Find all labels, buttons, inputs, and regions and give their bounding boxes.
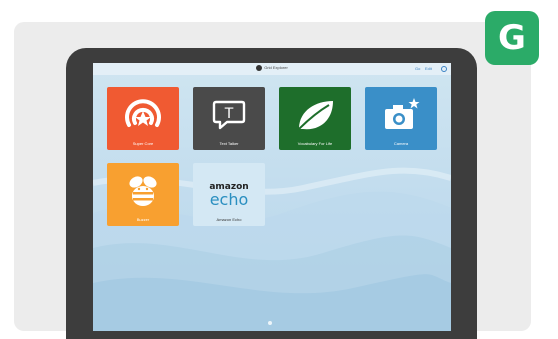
badge-letter: G (498, 18, 526, 58)
camera-star-icon (365, 97, 437, 133)
echo-logo-line2: echo (209, 189, 249, 209)
edit-link[interactable]: Edit (425, 66, 432, 71)
tile-label: Text Talker (219, 141, 239, 146)
tile-buzzer[interactable]: Buzzer (107, 163, 179, 226)
tile-super-core[interactable]: Super Core (107, 87, 179, 150)
go-link[interactable]: Go (415, 66, 420, 71)
app-top-bar: Grid Explorer Go Edit (93, 63, 451, 75)
leaf-icon (279, 97, 351, 133)
app-title-wrap: Grid Explorer (93, 65, 451, 71)
app-logo-icon (256, 65, 263, 71)
settings-icon[interactable] (441, 66, 447, 72)
tile-camera[interactable]: Camera (365, 87, 437, 150)
tile-text-talker[interactable]: T Text Talker (193, 87, 265, 150)
tile-label: Buzzer (136, 217, 150, 222)
tile-amazon-echo[interactable]: amazon echo Amazon Echo (193, 163, 265, 226)
tile-label: Amazon Echo (216, 217, 242, 222)
grammarly-logo-icon: G (485, 11, 539, 65)
svg-text:T: T (224, 106, 234, 122)
broadcast-star-icon (107, 97, 179, 133)
bee-icon (107, 173, 179, 209)
page-indicator-dot (268, 321, 272, 325)
app-title: Grid Explorer (264, 65, 288, 71)
tablet-screen: Grid Explorer Go Edit Super Core T Text … (93, 63, 451, 331)
tile-vocabulary-for-life[interactable]: Vocabulary For Life (279, 87, 351, 150)
amazon-echo-logo: amazon echo (193, 177, 265, 213)
tile-label: Camera (393, 141, 409, 146)
tile-label: Vocabulary For Life (297, 141, 333, 146)
speech-bubble-t-icon: T (193, 97, 265, 133)
tile-label: Super Core (132, 141, 154, 146)
